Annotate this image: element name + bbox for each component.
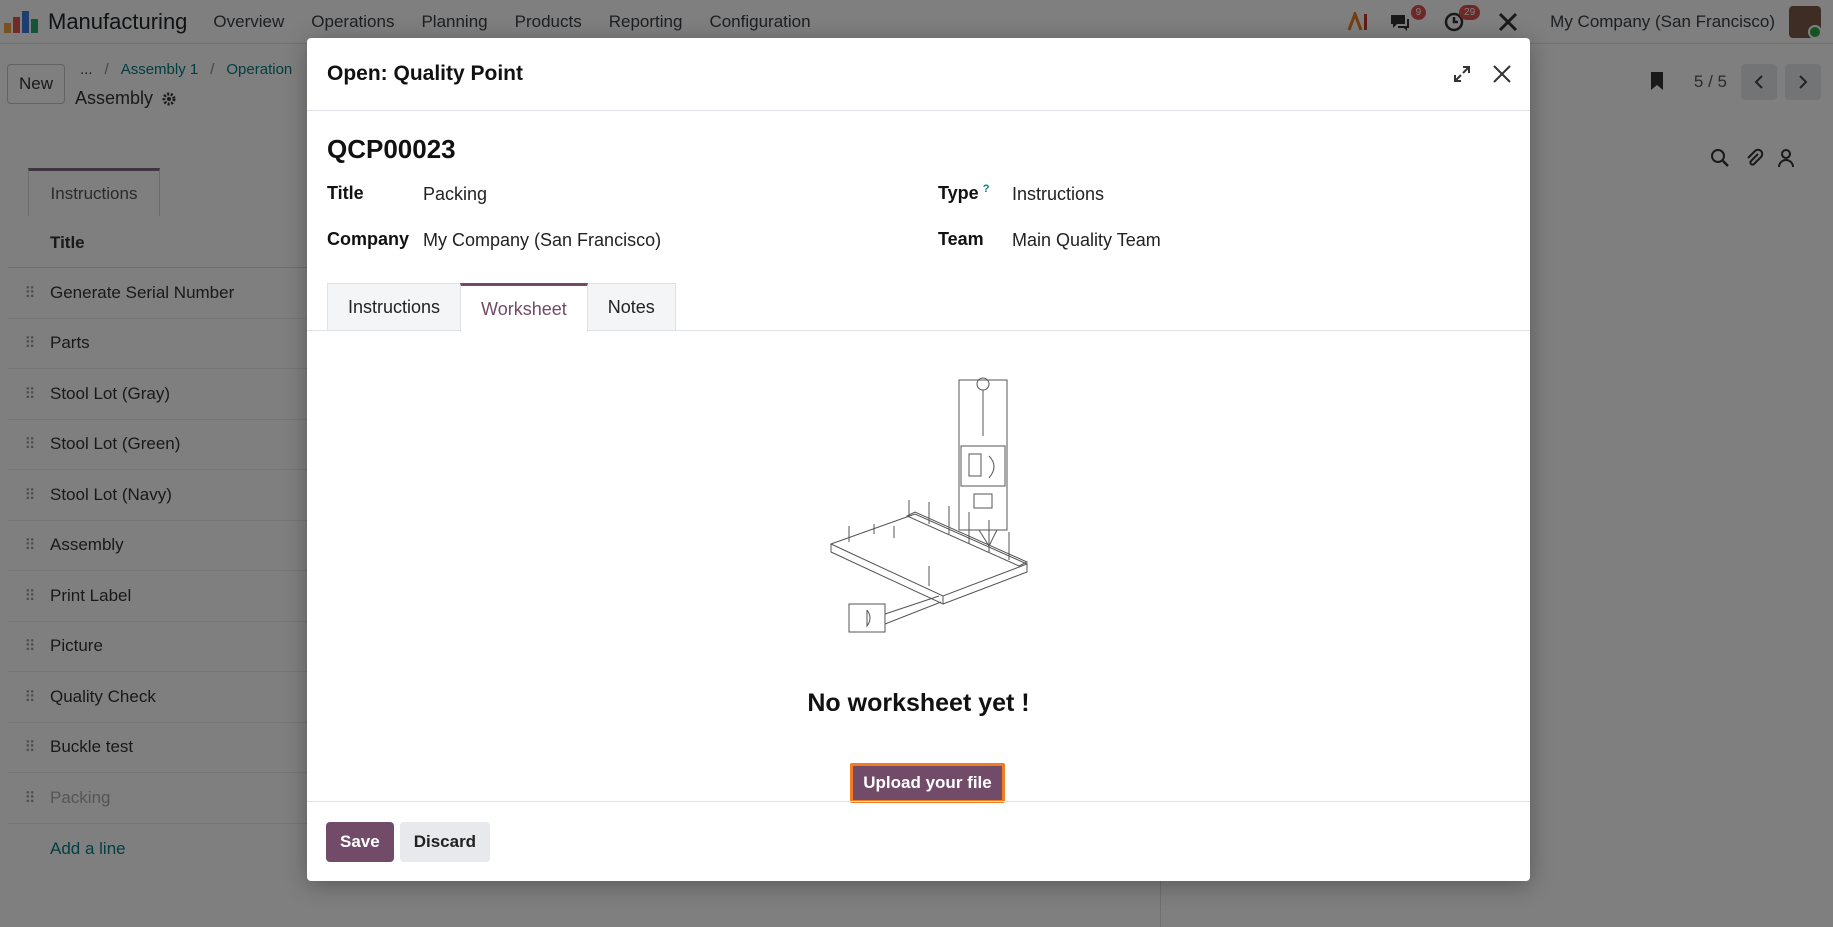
help-tooltip-icon[interactable]: ? (983, 183, 990, 195)
save-button[interactable]: Save (326, 821, 394, 862)
notebook-tabs: Instructions Worksheet Notes (327, 283, 676, 332)
title-label: Title (327, 183, 364, 203)
company-field[interactable]: My Company (San Francisco) (423, 230, 661, 251)
dialog-footer: Save Discard (307, 801, 1530, 881)
type-label-text: Type (938, 183, 979, 203)
close-icon (1493, 65, 1511, 83)
tab-instructions[interactable]: Instructions (327, 283, 462, 331)
team-field[interactable]: Main Quality Team (1012, 230, 1161, 251)
type-label: Type? (938, 183, 989, 204)
title-field[interactable]: Packing (423, 184, 487, 205)
worksheet-illustration (829, 377, 1029, 633)
type-field[interactable]: Instructions (1012, 184, 1104, 205)
quality-point-dialog: Open: Quality Point QCP00023 Title Packi… (307, 38, 1530, 881)
dialog-title: Open: Quality Point (327, 62, 524, 85)
quality-point-reference: QCP00023 (327, 134, 456, 164)
expand-button[interactable] (1450, 62, 1474, 86)
tab-worksheet[interactable]: Worksheet (460, 283, 588, 332)
company-label: Company (327, 229, 410, 249)
dialog-header: Open: Quality Point (307, 38, 1530, 111)
upload-file-button[interactable]: Upload your file (850, 763, 1005, 803)
tab-notes[interactable]: Notes (586, 283, 676, 331)
empty-state-title: No worksheet yet ! (807, 689, 1030, 717)
discard-button[interactable]: Discard (399, 821, 491, 862)
close-button[interactable] (1488, 60, 1516, 88)
expand-icon (1454, 66, 1470, 82)
team-label: Team (938, 229, 984, 249)
